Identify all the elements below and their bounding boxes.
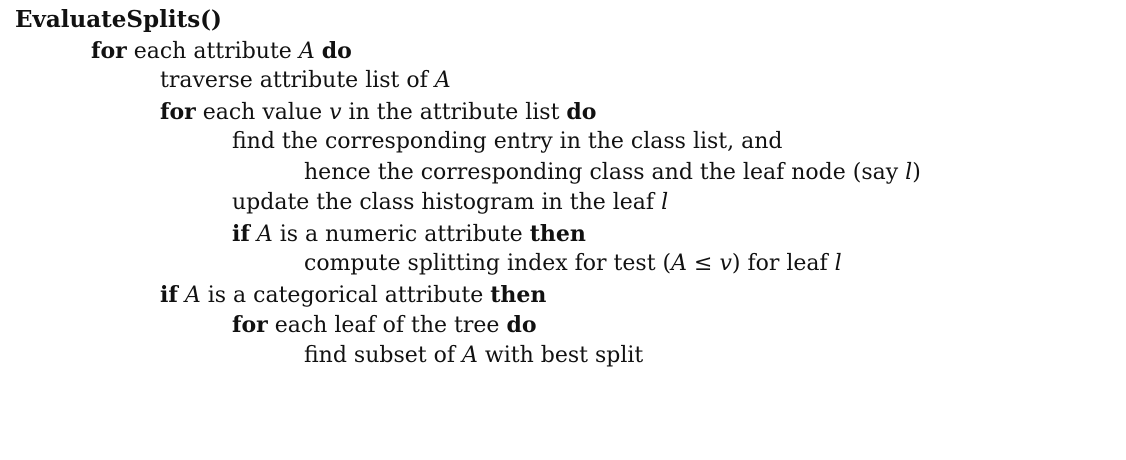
keyword-do: do [566,98,597,125]
line-text: traverse attribute list of [160,68,435,93]
line-text: update the class histogram in the leaf [232,190,662,215]
line-text: find the corresponding entry in the clas… [232,129,783,154]
line-text: is a numeric attribute [272,221,530,247]
keyword-do: do [321,37,352,64]
line-text: each attribute [126,38,299,64]
variable: l [834,251,842,276]
line-text: with best split [477,342,644,368]
variable: A [434,68,451,93]
variable: A [256,221,273,247]
keyword-then: then [529,220,586,247]
keyword-for: for [91,37,127,64]
keyword-do: do [506,312,537,338]
line-find-subset: find subset of A with best split [15,341,1115,372]
line-for-each-attribute: for each attribute A do [15,36,1115,67]
keyword-if: if [232,220,250,247]
line-compute-index: compute splitting index for test (A ≤ v)… [15,249,1115,280]
keyword-if: if [160,281,178,308]
line-for-each-leaf: for each leaf of the tree do [15,310,1115,341]
line-update-histogram: update the class histogram in the leaf l [15,188,1115,219]
algorithm-title: EvaluateSplits() [15,6,222,33]
variable: v [329,99,342,125]
line-text: in the attribute list [341,99,567,125]
line-text: ) for leaf [731,251,835,276]
algorithm-listing: EvaluateSplits() for each attribute A do… [15,5,1115,371]
line-if-categorical: if A is a categorical attribute then [15,280,1115,311]
line-find-entry: find the corresponding entry in the clas… [15,127,1115,158]
line-text: ) [912,159,921,185]
line-if-numeric: if A is a numeric attribute then [15,219,1115,250]
line-for-each-value: for each value v in the attribute list d… [15,97,1115,128]
line-text: ≤ [687,251,720,276]
keyword-for: for [232,312,268,338]
variable: l [661,190,669,215]
line-text: find subset of [304,342,462,368]
line-text: is a categorical attribute [200,282,491,308]
line-text [178,283,185,308]
line-text: compute splitting index for test ( [304,251,672,276]
line-text: each value [195,99,330,125]
line-text [315,39,322,64]
variable: v [719,251,732,276]
line-hence-class: hence the corresponding class and the le… [15,158,1115,189]
variable: A [298,38,315,64]
line-text: each leaf of the tree [267,313,507,338]
line-text: hence the corresponding class and the le… [304,159,906,185]
keyword-for: for [160,98,196,125]
keyword-then: then [490,281,547,308]
line-text [250,222,257,247]
variable: A [462,342,478,368]
variable: A [184,282,201,308]
variable: A [671,251,688,276]
line-traverse-list: traverse attribute list of A [15,66,1115,97]
